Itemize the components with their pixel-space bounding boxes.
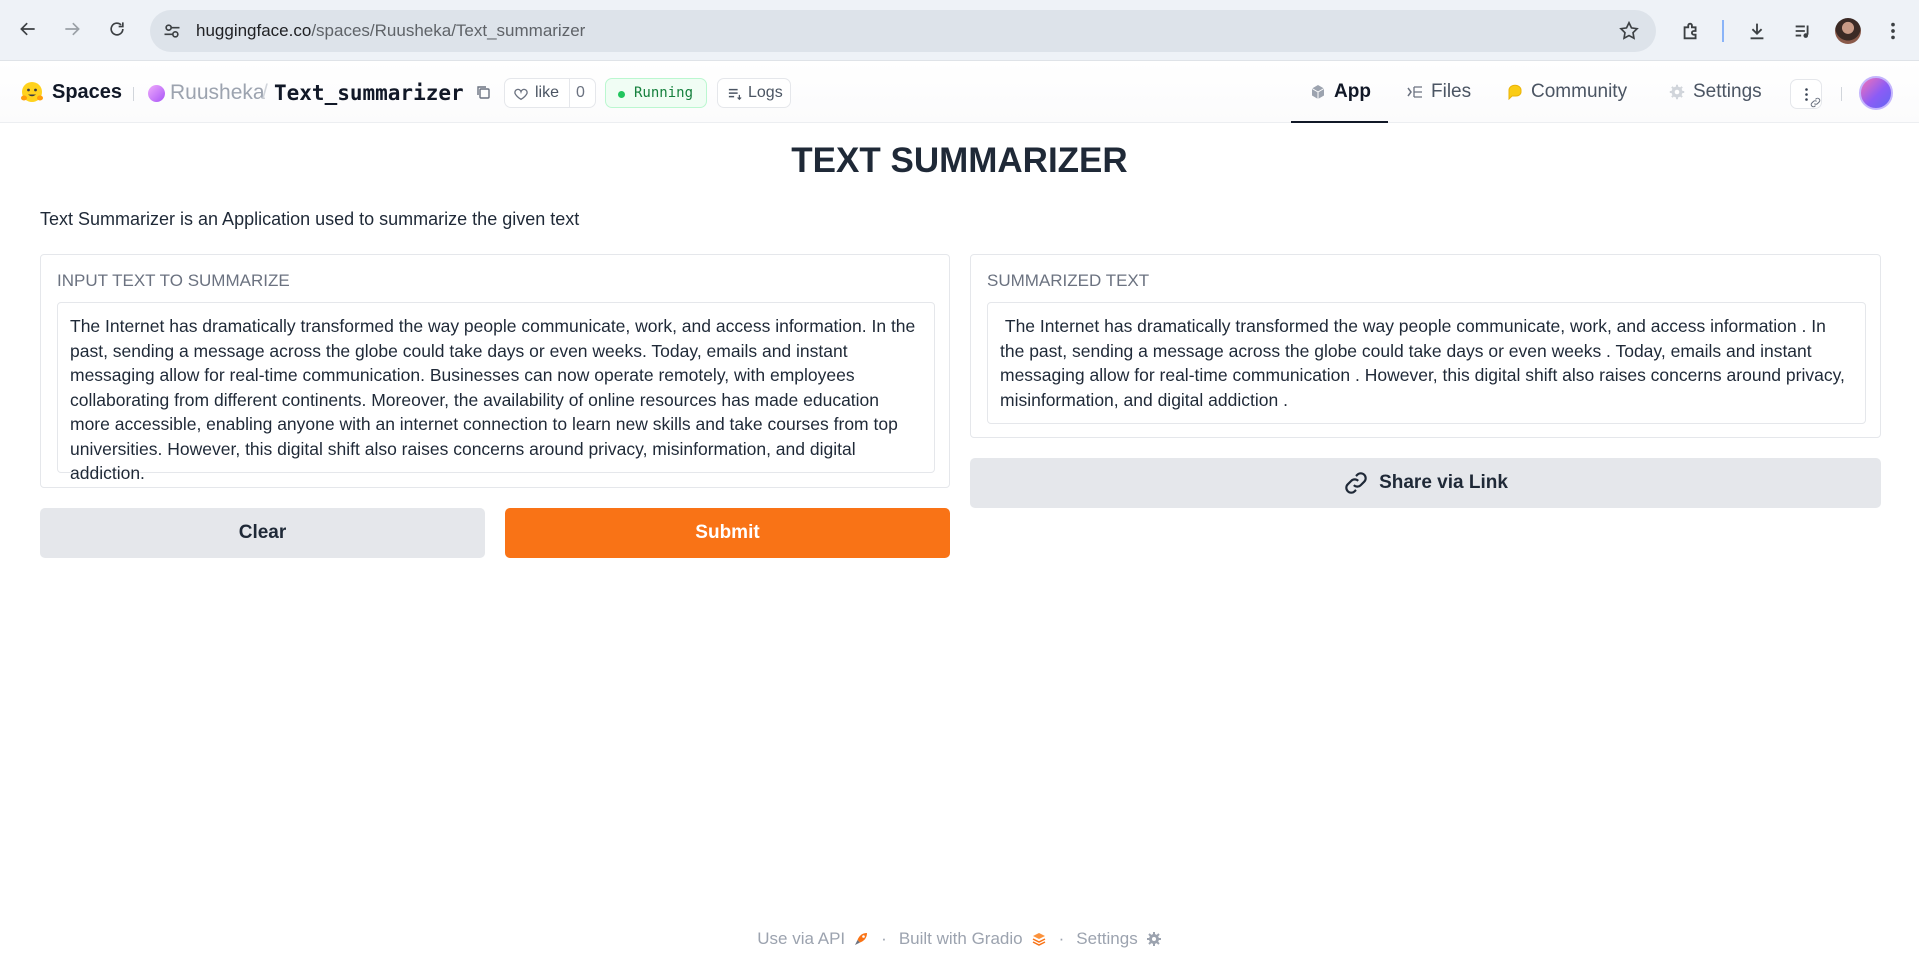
tab-label: App bbox=[1334, 81, 1371, 102]
input-panel: INPUT TEXT TO SUMMARIZE The Internet has… bbox=[40, 254, 950, 488]
gradio-logo-icon bbox=[1032, 933, 1045, 946]
input-label: INPUT TEXT TO SUMMARIZE bbox=[57, 271, 290, 290]
heart-icon bbox=[514, 88, 528, 101]
rocket-icon bbox=[855, 933, 868, 945]
user-avatar[interactable] bbox=[1859, 76, 1893, 110]
app-description: Text Summarizer is an Application used t… bbox=[40, 209, 580, 229]
status-label: Running bbox=[634, 85, 694, 101]
vertical-dots-icon bbox=[1805, 88, 1808, 101]
status-dot-icon bbox=[618, 91, 625, 98]
logs-label: Logs bbox=[748, 84, 783, 101]
output-textarea[interactable]: The Internet has dramatically transforme… bbox=[987, 302, 1866, 424]
community-icon bbox=[1508, 84, 1522, 100]
back-button[interactable] bbox=[13, 14, 43, 44]
header-divider bbox=[1841, 87, 1842, 101]
like-divider bbox=[569, 79, 570, 107]
like-button[interactable]: like 0 bbox=[504, 78, 596, 108]
like-count[interactable]: 0 bbox=[576, 84, 585, 102]
like-label: like bbox=[535, 84, 560, 101]
owner-avatar[interactable] bbox=[148, 85, 165, 102]
header-divider bbox=[133, 87, 134, 101]
owner-link[interactable]: Ruusheka bbox=[170, 81, 265, 105]
output-panel: SUMMARIZED TEXT The Internet has dramati… bbox=[970, 254, 1881, 438]
footer-settings-link[interactable]: Settings bbox=[1076, 929, 1137, 949]
space-header: Spaces Ruusheka / Text_summarizer bbox=[0, 61, 1919, 123]
tab-app[interactable]: App bbox=[1310, 61, 1371, 123]
site-info-icon[interactable] bbox=[162, 21, 182, 41]
files-icon bbox=[1407, 86, 1422, 98]
footer-separator: · bbox=[1058, 929, 1065, 948]
breadcrumb-separator: / bbox=[262, 81, 268, 104]
space-name-link[interactable]: Text_summarizer bbox=[274, 81, 464, 105]
built-with-gradio-link[interactable]: Built with Gradio bbox=[899, 929, 1023, 949]
link-icon bbox=[1345, 472, 1367, 494]
copy-icon[interactable] bbox=[475, 84, 491, 100]
tab-settings[interactable]: Settings bbox=[1669, 61, 1762, 123]
gear-icon bbox=[1669, 84, 1685, 100]
tab-label: Settings bbox=[1693, 81, 1762, 102]
tab-label: Files bbox=[1431, 81, 1472, 102]
footer-separator: · bbox=[881, 929, 887, 948]
cube-icon bbox=[1311, 85, 1325, 99]
reload-button[interactable] bbox=[102, 14, 132, 44]
tab-community[interactable]: Community bbox=[1507, 61, 1627, 123]
browser-profile-avatar[interactable] bbox=[1835, 18, 1861, 44]
active-tab-indicator bbox=[1291, 121, 1388, 123]
arrow-left-icon bbox=[20, 22, 35, 36]
url-text[interactable]: huggingface.co/spaces/Ruusheka/Text_summ… bbox=[196, 21, 585, 41]
download-icon bbox=[1750, 23, 1764, 40]
gear-icon bbox=[1146, 932, 1161, 946]
more-options-button[interactable] bbox=[1790, 79, 1822, 109]
clear-button[interactable]: Clear bbox=[40, 508, 485, 558]
tab-files[interactable]: Files bbox=[1407, 61, 1471, 123]
status-badge[interactable]: Running bbox=[605, 78, 707, 108]
address-bar[interactable]: huggingface.co/spaces/Ruusheka/Text_summ… bbox=[150, 10, 1656, 52]
browser-toolbar: huggingface.co/spaces/Ruusheka/Text_summ… bbox=[0, 0, 1919, 61]
spaces-link[interactable]: Spaces bbox=[52, 81, 122, 104]
hugging-face-logo-icon[interactable] bbox=[20, 81, 44, 103]
bookmark-star-icon[interactable] bbox=[1618, 20, 1640, 42]
arrow-right-icon bbox=[65, 22, 80, 36]
input-textarea[interactable]: The Internet has dramatically transforme… bbox=[57, 302, 935, 483]
browser-menu-button[interactable] bbox=[1880, 18, 1906, 44]
use-via-api-link[interactable]: Use via API bbox=[757, 929, 845, 949]
downloads-button[interactable] bbox=[1744, 18, 1770, 44]
output-label: SUMMARIZED TEXT bbox=[987, 271, 1150, 290]
submit-button[interactable]: Submit bbox=[505, 508, 950, 558]
logs-icon bbox=[728, 88, 742, 101]
share-label: Share via Link bbox=[1379, 472, 1508, 493]
reload-icon bbox=[110, 22, 124, 36]
link-icon bbox=[1810, 97, 1821, 108]
playlist-icon bbox=[1795, 25, 1809, 38]
forward-button[interactable] bbox=[57, 14, 87, 44]
kebab-menu-icon bbox=[1891, 22, 1895, 40]
page-title: TEXT SUMMARIZER bbox=[791, 141, 1128, 180]
logs-button[interactable]: Logs bbox=[717, 78, 791, 108]
extensions-button[interactable] bbox=[1678, 18, 1704, 44]
tab-label: Community bbox=[1531, 81, 1628, 102]
footer: Use via API · Built with Gradio · Settin… bbox=[0, 929, 1919, 949]
media-controls-button[interactable] bbox=[1790, 18, 1816, 44]
share-via-link-button[interactable]: Share via Link bbox=[970, 458, 1881, 508]
puzzle-icon bbox=[1683, 22, 1697, 40]
toolbar-divider bbox=[1722, 20, 1724, 42]
